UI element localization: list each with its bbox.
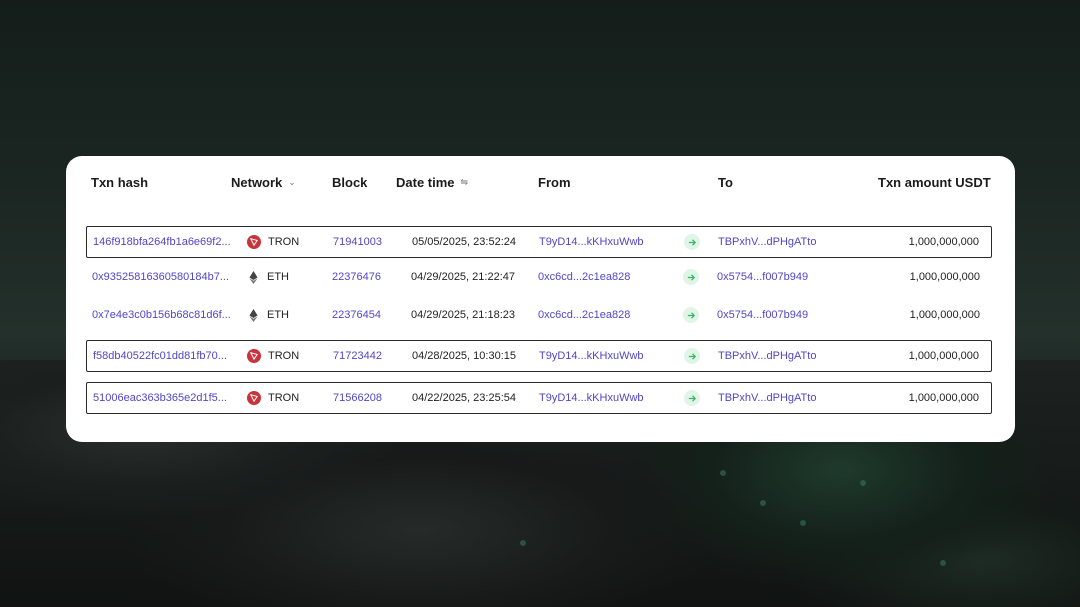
network-cell: ETH [246, 261, 289, 293]
txn-hash-link[interactable]: 146f918bfa264fb1a6e69f2... [93, 227, 231, 257]
network-cell: TRON [247, 341, 299, 371]
date-time-value: 04/29/2025, 21:18:23 [411, 309, 515, 321]
txn-hash-link[interactable]: 0x93525816360580184b7... [92, 261, 229, 293]
amount-value: 1,000,000,000 [909, 271, 980, 283]
from-address-link[interactable]: 0xc6cd...2c1ea828 [538, 261, 630, 293]
transfer-arrow [683, 299, 699, 331]
network-label: ETH [267, 309, 289, 321]
date-time-value: 05/05/2025, 23:52:24 [412, 236, 516, 248]
block-link[interactable]: 22376476 [332, 261, 381, 293]
arrow-right-icon [683, 269, 699, 285]
network-label: TRON [268, 350, 300, 362]
transfer-arrow [683, 261, 699, 293]
background-moss [520, 540, 526, 546]
tron-icon [247, 391, 261, 405]
tron-icon [247, 349, 261, 363]
header-amount: Txn amount USDT [878, 175, 991, 190]
block-link[interactable]: 71941003 [333, 227, 382, 257]
from-address-link[interactable]: T9yD14...kKHxuWwb [539, 227, 644, 257]
from-address-link[interactable]: 0xc6cd...2c1ea828 [538, 299, 630, 331]
to-address-link[interactable]: TBPxhV...dPHgATto [718, 341, 816, 371]
from-address-link[interactable]: T9yD14...kKHxuWwb [539, 341, 644, 371]
background-moss [800, 520, 806, 526]
header-block: Block [332, 175, 368, 190]
date-time-value: 04/29/2025, 21:22:47 [411, 271, 515, 283]
network-cell: ETH [246, 299, 289, 331]
header-from: From [538, 175, 571, 190]
to-address-link[interactable]: TBPxhV...dPHgATto [718, 383, 816, 413]
network-cell: TRON [247, 383, 299, 413]
background-moss [860, 480, 866, 486]
txn-hash-link[interactable]: f58db40522fc01dd81fb70... [93, 341, 227, 371]
date-time-value: 04/28/2025, 10:30:15 [412, 350, 516, 362]
txn-hash-link[interactable]: 0x7e4e3c0b156b68c81d6f... [92, 299, 231, 331]
table-row[interactable]: f58db40522fc01dd81fb70... TRON 71723442 04/… [86, 340, 992, 372]
transfer-arrow [684, 341, 700, 371]
header-to: To [718, 175, 733, 190]
table-row[interactable]: 146f918bfa264fb1a6e69f2... TRON 71941003 05… [86, 226, 992, 258]
date-time-value: 04/22/2025, 23:25:54 [412, 392, 516, 404]
network-label: TRON [268, 236, 300, 248]
block-link[interactable]: 22376454 [332, 299, 381, 331]
arrow-right-icon [684, 234, 700, 250]
ethereum-icon [246, 270, 260, 284]
transfer-arrow [684, 383, 700, 413]
transactions-card: Txn hash Network ⌄ Block Date time ⇋ Fro… [66, 156, 1015, 442]
txn-hash-link[interactable]: 51006eac363b365e2d1f5... [93, 383, 227, 413]
arrow-right-icon [684, 390, 700, 406]
header-date-time[interactable]: Date time ⇋ [396, 175, 468, 190]
sort-icon[interactable]: ⇋ [461, 177, 469, 188]
arrow-right-icon [683, 307, 699, 323]
table-row[interactable]: 51006eac363b365e2d1f5... TRON 71566208 04/2… [86, 382, 992, 414]
network-cell: TRON [247, 227, 299, 257]
tron-icon [247, 235, 261, 249]
background-moss [720, 470, 726, 476]
header-txn-hash: Txn hash [91, 175, 149, 190]
chevron-down-icon[interactable]: ⌄ [288, 177, 296, 188]
table-row[interactable]: 0x93525816360580184b7... ETH 22376476 04/29… [86, 261, 992, 293]
header-network[interactable]: Network ⌄ [231, 175, 296, 190]
table-row[interactable]: 0x7e4e3c0b156b68c81d6f... ETH 22376454 04/2… [86, 299, 992, 331]
amount-value: 1,000,000,000 [909, 309, 980, 321]
background-moss [940, 560, 946, 566]
ethereum-icon [246, 308, 260, 322]
block-link[interactable]: 71723442 [333, 341, 382, 371]
network-label: TRON [268, 392, 300, 404]
transfer-arrow [684, 227, 700, 257]
to-address-link[interactable]: 0x5754...f007b949 [717, 299, 808, 331]
arrow-right-icon [684, 348, 700, 364]
to-address-link[interactable]: TBPxhV...dPHgATto [718, 227, 816, 257]
background-moss [760, 500, 766, 506]
from-address-link[interactable]: T9yD14...kKHxuWwb [539, 383, 644, 413]
to-address-link[interactable]: 0x5754...f007b949 [717, 261, 808, 293]
network-label: ETH [267, 271, 289, 283]
block-link[interactable]: 71566208 [333, 383, 382, 413]
amount-value: 1,000,000,000 [908, 350, 979, 362]
amount-value: 1,000,000,000 [908, 392, 979, 404]
amount-value: 1,000,000,000 [908, 236, 979, 248]
